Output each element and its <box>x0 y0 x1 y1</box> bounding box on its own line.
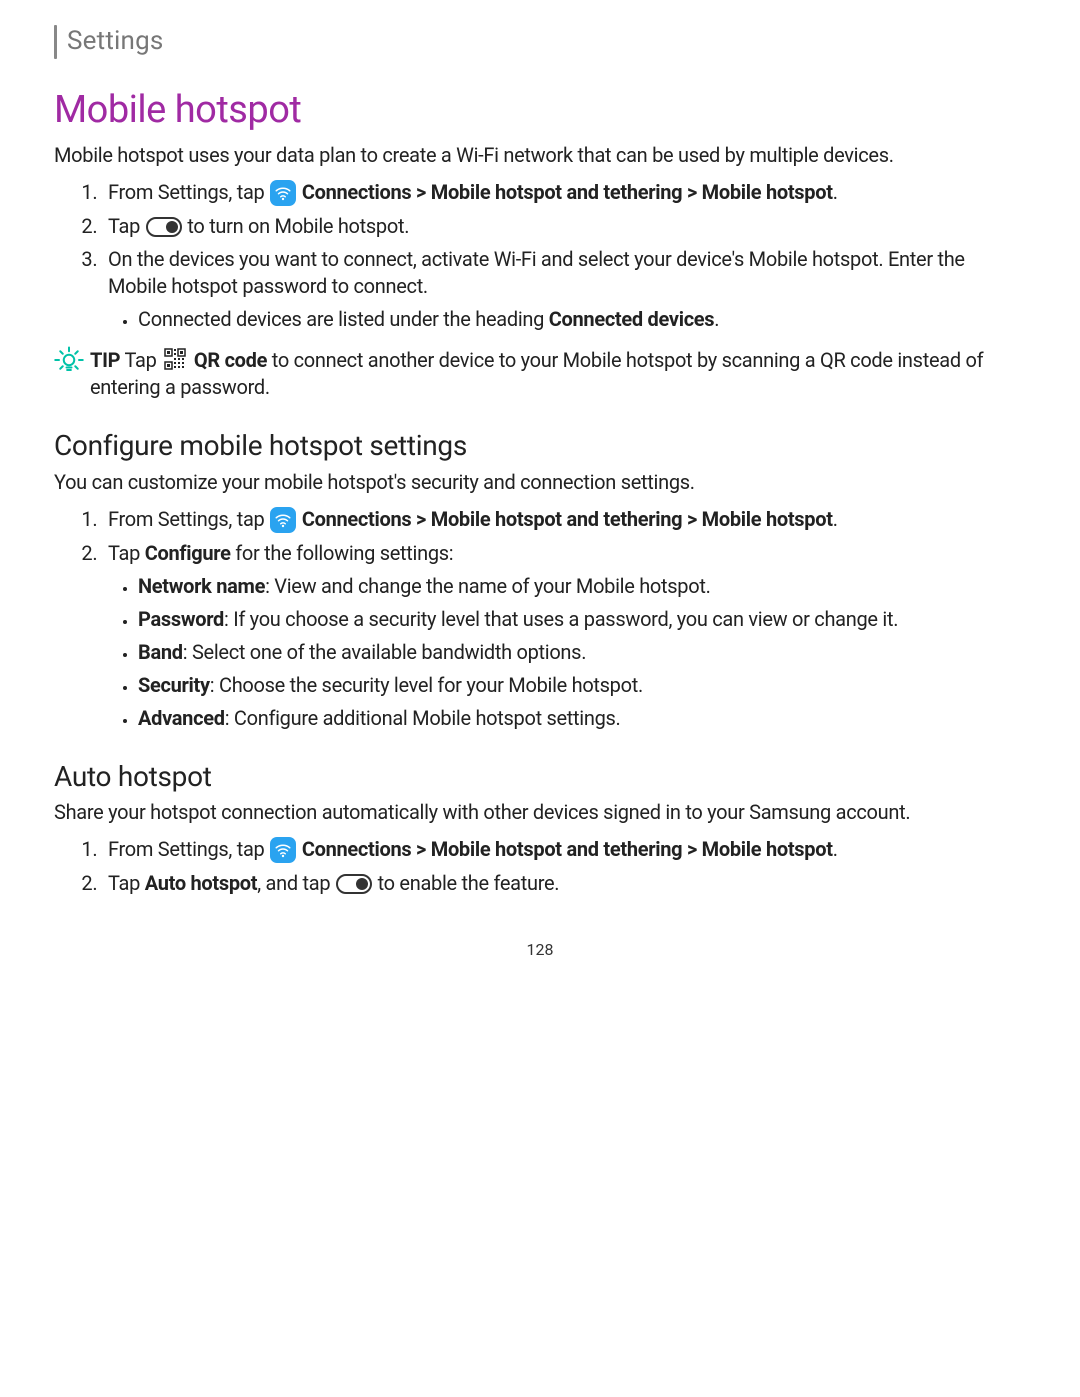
item-text: : View and change the name of your Mobil… <box>265 574 710 598</box>
tip-bold: QR code <box>194 348 267 372</box>
step-text: Tap <box>108 871 145 895</box>
step-text: Tap <box>108 541 145 565</box>
wifi-icon <box>270 507 296 533</box>
item-text: : Configure additional Mobile hotspot se… <box>225 706 621 730</box>
list-item: Security: Choose the security level for … <box>138 672 1026 699</box>
step-text: . <box>833 507 838 531</box>
list-item: On the devices you want to connect, acti… <box>102 246 1026 333</box>
item-text: : Choose the security level for your Mob… <box>210 673 643 697</box>
sub-list: Connected devices are listed under the h… <box>108 306 1026 333</box>
list-item: From Settings, tap Connections > Mobile … <box>102 179 1026 207</box>
list-item: From Settings, tap Connections > Mobile … <box>102 506 1026 534</box>
step-bold: Configure <box>145 541 231 565</box>
qr-code-icon <box>163 347 187 371</box>
step-text: for the following settings: <box>231 541 454 565</box>
wifi-icon <box>270 837 296 863</box>
sub-bold: Connected devices <box>549 307 715 331</box>
hotspot-steps: From Settings, tap Connections > Mobile … <box>54 179 1026 333</box>
tip-pre: Tap <box>120 348 161 372</box>
step-text: From Settings, tap <box>108 507 269 531</box>
sub-text: Connected devices are listed under the h… <box>138 307 549 331</box>
page-title: Mobile hotspot <box>54 85 1026 136</box>
breadcrumb-label: Settings <box>67 24 164 59</box>
item-text: : Select one of the available bandwidth … <box>183 640 586 664</box>
item-name: Password <box>138 607 224 631</box>
list-item: Tap to turn on Mobile hotspot. <box>102 213 1026 240</box>
tip-block: TIP Tap QR code to connect another devic… <box>54 343 1026 401</box>
breadcrumb-divider <box>54 25 57 59</box>
wifi-icon <box>270 180 296 206</box>
auto-heading: Auto hotspot <box>54 758 1026 796</box>
step-bold: Connections > Mobile hotspot and tetheri… <box>302 837 833 861</box>
toggle-icon <box>146 217 182 237</box>
step-bold: Connections > Mobile hotspot and tetheri… <box>302 507 833 531</box>
sub-text: . <box>714 307 719 331</box>
item-name: Advanced <box>138 706 225 730</box>
list-item: Connected devices are listed under the h… <box>138 306 1026 333</box>
item-text: : If you choose a security level that us… <box>224 607 898 631</box>
tip-text: TIP Tap QR code to connect another devic… <box>90 343 1026 401</box>
breadcrumb: Settings <box>54 24 1026 59</box>
list-item: Network name: View and change the name o… <box>138 573 1026 600</box>
item-name: Band <box>138 640 183 664</box>
list-item: Password: If you choose a security level… <box>138 606 1026 633</box>
step-text: to turn on Mobile hotspot. <box>187 214 409 238</box>
item-name: Network name <box>138 574 265 598</box>
configure-desc: You can customize your mobile hotspot's … <box>54 469 1026 496</box>
config-items: Network name: View and change the name o… <box>108 573 1026 732</box>
list-item: Tap Auto hotspot, and tap to enable the … <box>102 870 1026 897</box>
auto-desc: Share your hotspot connection automatica… <box>54 799 1026 826</box>
configure-steps: From Settings, tap Connections > Mobile … <box>54 506 1026 732</box>
step-bold: Auto hotspot <box>145 871 258 895</box>
page-number: 128 <box>54 939 1026 961</box>
step-text: , and tap <box>257 871 335 895</box>
lightbulb-icon <box>54 343 90 382</box>
tip-label: TIP <box>90 348 120 372</box>
step-text: On the devices you want to connect, acti… <box>108 247 965 298</box>
step-text: . <box>833 837 838 861</box>
step-text: to enable the feature. <box>378 871 560 895</box>
step-bold: Connections > Mobile hotspot and tetheri… <box>302 180 833 204</box>
step-text: From Settings, tap <box>108 180 269 204</box>
list-item: From Settings, tap Connections > Mobile … <box>102 836 1026 864</box>
auto-steps: From Settings, tap Connections > Mobile … <box>54 836 1026 897</box>
step-text: From Settings, tap <box>108 837 269 861</box>
list-item: Advanced: Configure additional Mobile ho… <box>138 705 1026 732</box>
configure-heading: Configure mobile hotspot settings <box>54 427 1026 465</box>
item-name: Security <box>138 673 210 697</box>
intro-text: Mobile hotspot uses your data plan to cr… <box>54 142 1026 169</box>
toggle-icon <box>336 874 372 894</box>
step-text: Tap <box>108 214 145 238</box>
list-item: Band: Select one of the available bandwi… <box>138 639 1026 666</box>
step-text: . <box>833 180 838 204</box>
list-item: Tap Configure for the following settings… <box>102 540 1026 732</box>
